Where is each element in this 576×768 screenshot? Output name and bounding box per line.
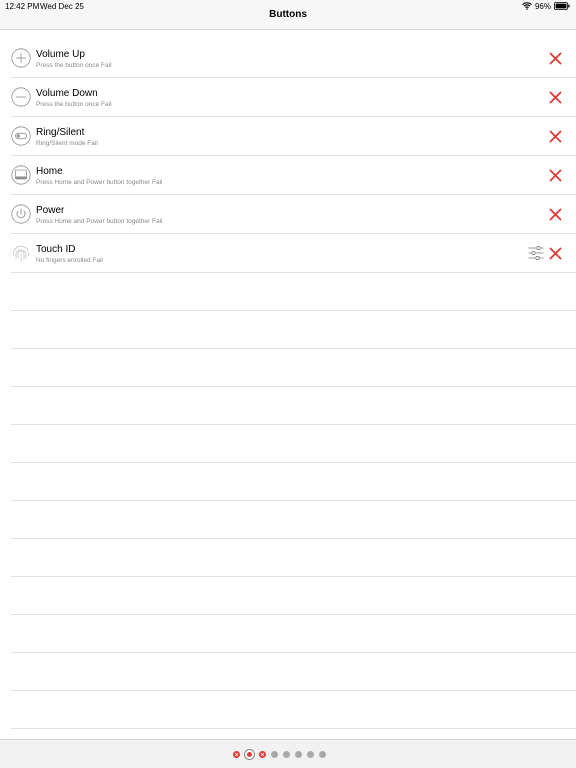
buttons-test-screen: 12:42 PM Wed Dec 25 96% Buttons Volume U… xyxy=(0,0,576,768)
fail-x-icon xyxy=(549,52,562,65)
page-title: Buttons xyxy=(269,9,307,20)
plus-circle-icon xyxy=(11,48,31,68)
page-dot-fail[interactable] xyxy=(233,750,240,758)
row-subtitle: No fingers enrolled Fail xyxy=(36,257,103,264)
empty-row xyxy=(11,615,576,653)
empty-row xyxy=(11,539,576,577)
fail-x-icon xyxy=(549,91,562,104)
fail-x-icon xyxy=(549,130,562,143)
empty-row xyxy=(11,425,576,463)
page-dot[interactable] xyxy=(295,750,302,758)
page-dot-fail[interactable] xyxy=(259,750,266,758)
empty-row xyxy=(11,691,576,729)
empty-row xyxy=(11,577,576,615)
test-row-volume-down[interactable]: Volume Down Press the button once Fail xyxy=(11,78,576,117)
page-dot[interactable] xyxy=(283,750,290,758)
fail-x-icon xyxy=(549,208,562,221)
page-dot[interactable] xyxy=(307,750,314,758)
row-subtitle: Ring/Silent mode Fail xyxy=(36,140,98,147)
top-bar: 12:42 PM Wed Dec 25 96% Buttons xyxy=(0,0,576,30)
fail-x-icon xyxy=(549,169,562,182)
test-row-ring-silent[interactable]: Ring/Silent Ring/Silent mode Fail xyxy=(11,117,576,156)
test-row-touch-id[interactable]: Touch ID No fingers enrolled Fail xyxy=(11,234,576,273)
power-icon xyxy=(11,204,31,224)
minus-circle-icon xyxy=(11,87,31,107)
sliders-icon[interactable] xyxy=(528,245,544,261)
test-row-volume-up[interactable]: Volume Up Press the button once Fail xyxy=(11,39,576,78)
row-subtitle: Press the button once Fail xyxy=(36,62,112,69)
row-subtitle: Press the button once Fail xyxy=(36,101,112,108)
empty-row xyxy=(11,387,576,425)
fail-x-icon xyxy=(549,247,562,260)
row-title: Volume Up xyxy=(36,49,85,60)
empty-row xyxy=(11,653,576,691)
page-dot-current[interactable] xyxy=(244,748,255,760)
row-title: Ring/Silent xyxy=(36,127,85,138)
bottom-pager-bar xyxy=(0,739,576,768)
page-dot[interactable] xyxy=(319,750,326,758)
row-subtitle: Press Home and Power button together Fai… xyxy=(36,179,163,186)
home-button-icon xyxy=(11,165,31,185)
row-title: Volume Down xyxy=(36,88,98,99)
button-test-list: Volume Up Press the button once Fail Vol… xyxy=(0,39,576,729)
row-subtitle: Press Home and Power button together Fai… xyxy=(36,218,163,225)
test-row-home[interactable]: Home Press Home and Power button togethe… xyxy=(11,156,576,195)
test-row-power[interactable]: Power Press Home and Power button togeth… xyxy=(11,195,576,234)
empty-row xyxy=(11,349,576,387)
toggle-switch-icon xyxy=(11,126,31,146)
row-title: Touch ID xyxy=(36,244,76,255)
fingerprint-icon xyxy=(11,243,31,263)
empty-row xyxy=(11,311,576,349)
empty-row xyxy=(11,273,576,311)
empty-row xyxy=(11,501,576,539)
page-indicator xyxy=(233,748,331,760)
row-title: Home xyxy=(36,166,63,177)
row-title: Power xyxy=(36,205,65,216)
page-dot[interactable] xyxy=(271,750,278,758)
empty-row xyxy=(11,463,576,501)
